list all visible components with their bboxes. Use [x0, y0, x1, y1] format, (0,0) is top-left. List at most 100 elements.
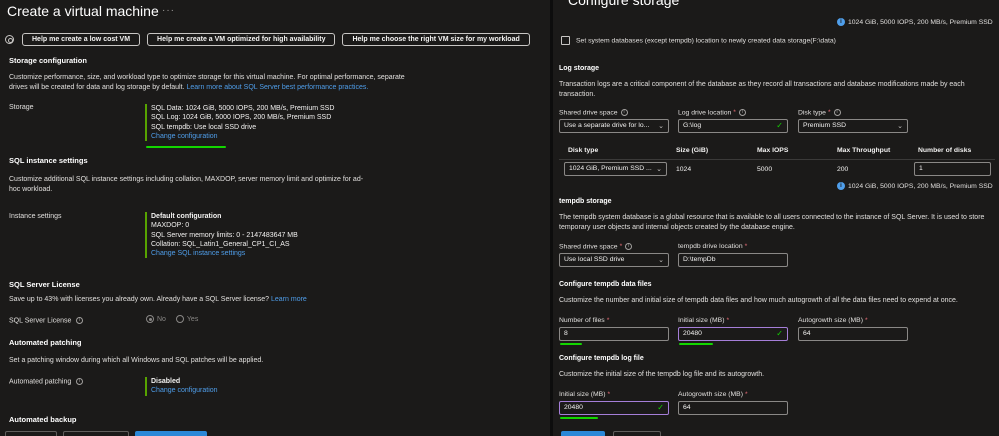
log-location-label: Log drive location — [678, 109, 732, 117]
collation-line: Collation: SQL_Latin1_General_CP1_CI_AS — [151, 240, 290, 248]
table-header-iops: Max IOPS — [757, 147, 789, 154]
required-mark: * — [864, 317, 868, 324]
more-options-icon[interactable]: ··· — [162, 5, 175, 16]
change-patching-link[interactable]: Change configuration — [151, 386, 218, 395]
chevron-down-icon: ⌄ — [656, 166, 662, 173]
help-vm-size-button[interactable]: Help me choose the right VM size for my … — [342, 33, 530, 46]
system-db-checkbox[interactable] — [561, 36, 570, 45]
tempdb-location-label: tempdb drive location — [678, 243, 743, 250]
log-location-value: G:\log — [683, 122, 702, 129]
log-location-input[interactable]: G:\log ✓ — [678, 119, 788, 133]
info-icon[interactable]: i — [833, 109, 841, 116]
backup-title: Automated backup — [9, 415, 77, 424]
log-file-title: Configure tempdb log file — [559, 355, 644, 362]
next-button[interactable] — [63, 431, 129, 436]
patching-desc: Set a patching window during which all W… — [9, 357, 264, 364]
help-low-cost-button[interactable]: Help me create a low cost VM — [22, 33, 141, 46]
maxdop-line: MAXDOP: 0 — [151, 222, 190, 230]
files-value: 8 — [564, 330, 568, 337]
info-icon[interactable]: i — [76, 378, 84, 385]
number-of-files-input[interactable]: 8 — [559, 327, 669, 341]
table-divider — [559, 159, 995, 160]
info-icon[interactable]: i — [738, 109, 746, 116]
data-initial-size-input[interactable]: 20480 ✓ — [678, 327, 788, 341]
license-desc-text: Save up to 43% with licenses you already… — [9, 296, 270, 303]
table-header-disk-count: Number of disks — [918, 147, 972, 154]
log-growth-label-row: Autogrowth size (MB) * — [678, 391, 748, 398]
log-disktype-value: Premium SSD — [803, 122, 847, 129]
storage-label: Storage — [9, 104, 34, 111]
data-size-label-row: Initial size (MB) * — [678, 317, 729, 324]
radio-no-label: No — [157, 315, 166, 323]
check-icon: ✓ — [657, 403, 664, 412]
log-file-desc: Customize the initial size of the tempdb… — [559, 371, 765, 378]
tempdb-shared-label: Shared drive space — [559, 243, 618, 251]
apply-button[interactable] — [561, 431, 605, 436]
memory-limits-line: SQL Server memory limits: 0 - 2147483647… — [151, 231, 298, 239]
log-storage-note: i 1024 GiB, 5000 IOPS, 200 MB/s, Premium … — [837, 182, 993, 190]
radio-yes-icon[interactable] — [175, 315, 184, 323]
data-growth-label-row: Autogrowth size (MB) * — [798, 317, 868, 324]
data-autogrowth-input[interactable]: 64 — [798, 327, 908, 341]
table-header-disk-type: Disk type — [568, 147, 599, 154]
table-header-throughput: Max Throughput — [837, 147, 891, 154]
chevron-down-icon: ⌄ — [658, 257, 664, 264]
highlight-underline — [560, 417, 598, 419]
change-storage-config-link[interactable]: Change configuration — [151, 132, 334, 141]
data-growth-value: 64 — [803, 330, 811, 337]
best-practices-link[interactable]: Learn more about SQL Server best perform… — [186, 84, 368, 91]
footer-buttons — [5, 431, 213, 436]
info-icon: i — [837, 18, 845, 26]
sql-instance-desc: Customize additional SQL instance settin… — [9, 176, 364, 193]
info-icon[interactable]: i — [620, 109, 628, 116]
copilot-icon — [5, 35, 14, 44]
previous-button[interactable] — [5, 431, 57, 436]
patching-status: Disabled — [151, 378, 181, 385]
patching-label-row: Automated patching i — [9, 378, 84, 385]
license-radio-group: No Yes — [146, 315, 198, 323]
tempdb-shared-value: Use local SSD drive — [564, 256, 625, 263]
log-shared-drive-select[interactable]: Use a separate drive for lo... ⌄ — [559, 119, 669, 133]
log-disk-table: Disk type Size (GiB) Max IOPS Max Throug… — [559, 141, 995, 181]
log-shared-label: Shared drive space — [559, 109, 618, 117]
required-mark: * — [827, 109, 831, 117]
tempdb-shared-drive-select[interactable]: Use local SSD drive ⌄ — [559, 253, 669, 267]
help-high-availability-button[interactable]: Help me create a VM optimized for high a… — [147, 33, 336, 46]
license-learn-more-link[interactable]: Learn more — [271, 296, 307, 303]
data-size-value: 20480 — [683, 330, 702, 337]
tempdb-storage-desc: The tempdb system database is a global r… — [559, 214, 985, 231]
storage-summary: SQL Data: 1024 GiB, 5000 IOPS, 200 MB/s,… — [145, 104, 334, 142]
sql-instance-title: SQL instance settings — [9, 156, 88, 165]
log-autogrowth-input[interactable]: 64 — [678, 401, 788, 415]
disk-size-select[interactable]: 1024 GiB, Premium SSD ... ⌄ — [564, 162, 667, 176]
page-title: Create a virtual machine — [7, 3, 159, 19]
cancel-button[interactable] — [613, 431, 661, 436]
data-size-label: Initial size (MB) — [678, 317, 725, 324]
data-growth-label: Autogrowth size (MB) — [798, 317, 863, 324]
log-initial-size-input[interactable]: 20480 ✓ — [559, 401, 669, 415]
radio-no-icon[interactable] — [146, 315, 154, 323]
tempdb-location-input[interactable]: D:\tempDb — [678, 253, 788, 267]
license-label-row: SQL Server License i — [9, 317, 84, 325]
log-disktype-label-row: Disk type * i — [798, 109, 841, 116]
table-header-size: Size (GiB) — [676, 147, 709, 154]
tempdb-location-value: D:\tempDb — [683, 256, 716, 263]
info-icon[interactable]: i — [76, 317, 84, 324]
change-sql-instance-link[interactable]: Change SQL instance settings — [151, 249, 298, 258]
storage-config-desc: Customize performance, size, and workloa… — [9, 73, 419, 93]
log-growth-label: Autogrowth size (MB) — [678, 391, 743, 398]
info-icon[interactable]: i — [625, 243, 633, 250]
review-create-button[interactable] — [135, 431, 207, 436]
required-mark: * — [726, 317, 730, 324]
disk-count-input[interactable]: 1 — [914, 162, 991, 176]
license-title: SQL Server License — [9, 280, 80, 289]
tempdb-location-label-row: tempdb drive location * — [678, 243, 747, 250]
files-label-row: Number of files * — [559, 317, 609, 324]
sql-tempdb-line: SQL tempdb: Use local SSD drive — [151, 123, 257, 131]
tempdb-storage-title: tempdb storage — [559, 198, 612, 205]
required-mark: * — [733, 109, 736, 117]
log-disktype-select[interactable]: Premium SSD ⌄ — [798, 119, 908, 133]
license-label: SQL Server License — [9, 317, 72, 325]
disk-size-value: 1024 GiB, Premium SSD ... — [569, 165, 652, 172]
license-desc: Save up to 43% with licenses you already… — [9, 295, 419, 305]
